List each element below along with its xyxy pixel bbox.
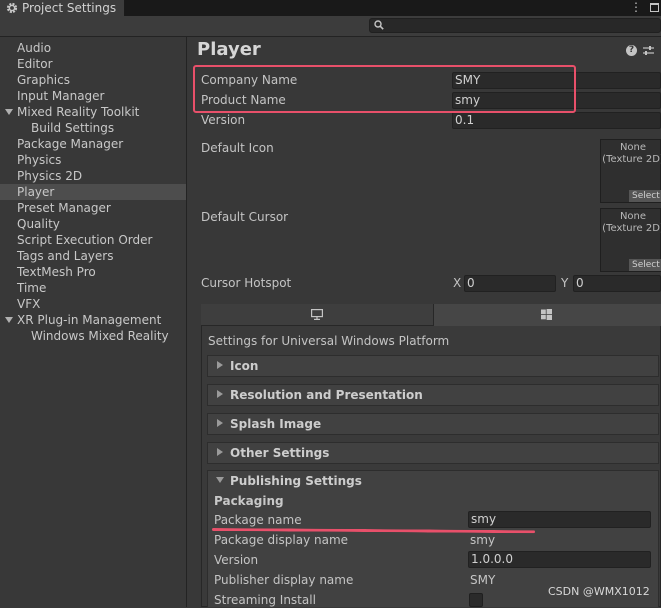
sidebar-item-vfx[interactable]: VFX	[0, 296, 186, 312]
sidebar-item-windows-mixed-reality[interactable]: Windows Mixed Reality	[0, 328, 186, 344]
sidebar-item-label: Editor	[17, 57, 53, 71]
sidebar-item-physics[interactable]: Physics	[0, 152, 186, 168]
sidebar-item-package-manager[interactable]: Package Manager	[0, 136, 186, 152]
package-display-name-label: Package display name	[214, 533, 349, 547]
tab-title: Project Settings	[22, 1, 117, 15]
package-version-field[interactable]: 1.0.0.0	[468, 551, 651, 568]
chevron-right-icon	[217, 361, 223, 369]
sidebar-item-label: Graphics	[17, 73, 70, 87]
default-icon-slot[interactable]: None (Texture 2D) Select	[600, 139, 661, 203]
packaging-heading: Packaging	[214, 494, 284, 508]
texture-none-text: None (Texture 2D)	[602, 142, 661, 165]
sidebar-item-textmesh-pro[interactable]: TextMesh Pro	[0, 264, 186, 280]
hotspot-y-field[interactable]: 0	[573, 275, 661, 292]
sidebar-item-label: Windows Mixed Reality	[31, 329, 169, 343]
default-cursor-label: Default Cursor	[201, 210, 289, 224]
default-icon-label: Default Icon	[201, 141, 274, 155]
sidebar-item-label: Physics 2D	[17, 169, 83, 183]
chevron-right-icon	[217, 419, 223, 427]
sidebar-item-graphics[interactable]: Graphics	[0, 72, 186, 88]
sidebar-item-editor[interactable]: Editor	[0, 56, 186, 72]
sidebar-item-label: Script Execution Order	[17, 233, 153, 247]
highlight-box	[193, 65, 576, 113]
package-name-field[interactable]: smy	[468, 511, 651, 528]
expand-arrow-icon[interactable]	[5, 109, 13, 115]
sidebar-item-label: Build Settings	[31, 121, 115, 135]
hotspot-x-field[interactable]: 0	[464, 275, 556, 292]
sidebar-item-build-settings[interactable]: Build Settings	[0, 120, 186, 136]
sidebar-item-label: Audio	[17, 41, 52, 55]
sidebar-item-time[interactable]: Time	[0, 280, 186, 296]
expand-arrow-icon[interactable]	[5, 317, 13, 323]
foldout-publishing-settings[interactable]: Publishing Settings	[230, 473, 362, 489]
help-icon[interactable]: ?	[626, 45, 637, 56]
sidebar-item-xr-plug-in-management[interactable]: XR Plug-in Management	[0, 312, 186, 328]
sidebar-item-label: Time	[17, 281, 47, 295]
sidebar-item-script-execution-order[interactable]: Script Execution Order	[0, 232, 186, 248]
default-cursor-slot[interactable]: None (Texture 2D) Select	[600, 208, 661, 272]
package-display-name-value: smy	[470, 533, 496, 547]
foldout-other-settings[interactable]: Other Settings	[207, 442, 659, 464]
sidebar-item-label: TextMesh Pro	[17, 265, 96, 279]
monitor-icon	[311, 309, 323, 320]
settings-sliders-icon[interactable]	[643, 45, 654, 56]
sidebar-item-quality[interactable]: Quality	[0, 216, 186, 232]
sidebar-item-label: Player	[17, 185, 55, 199]
publisher-display-name-label: Publisher display name	[214, 573, 354, 587]
sidebar-item-label: VFX	[17, 297, 41, 311]
select-button[interactable]: Select	[629, 259, 661, 271]
hotspot-x-label: X	[453, 276, 462, 290]
streaming-install-checkbox[interactable]	[469, 593, 483, 607]
sidebar-item-label: Quality	[17, 217, 60, 231]
more-options-icon[interactable]: ⋮	[630, 0, 642, 14]
sidebar-item-label: XR Plug-in Management	[17, 313, 162, 327]
sidebar-item-label: Preset Manager	[17, 201, 111, 215]
cursor-hotspot-label: Cursor Hotspot	[201, 276, 292, 290]
package-version-label: Version	[214, 553, 259, 567]
sidebar-item-label: Package Manager	[17, 137, 124, 151]
page-title: Player	[197, 39, 261, 60]
chevron-down-icon[interactable]	[216, 477, 224, 483]
watermark: CSDN @WMX1012	[548, 585, 650, 598]
sidebar-item-input-manager[interactable]: Input Manager	[0, 88, 186, 104]
search-input[interactable]	[369, 18, 661, 33]
streaming-install-label: Streaming Install	[214, 593, 316, 607]
sidebar-item-preset-manager[interactable]: Preset Manager	[0, 200, 186, 216]
texture-none-text: None (Texture 2D)	[602, 211, 661, 234]
sidebar-item-mixed-reality-toolkit[interactable]: Mixed Reality Toolkit	[0, 104, 186, 120]
foldout-resolution[interactable]: Resolution and Presentation	[207, 384, 659, 406]
sidebar-item-label: Input Manager	[17, 89, 105, 103]
foldout-icon[interactable]: Icon	[207, 355, 659, 377]
sidebar-item-physics-2d[interactable]: Physics 2D	[0, 168, 186, 184]
sidebar-item-audio[interactable]: Audio	[0, 40, 186, 56]
version-field[interactable]: 0.1	[452, 112, 661, 129]
sidebar-item-label: Physics	[17, 153, 62, 167]
gear-icon	[6, 2, 18, 14]
select-button[interactable]: Select	[629, 190, 661, 202]
platform-heading: Settings for Universal Windows Platform	[208, 334, 450, 348]
hotspot-y-label: Y	[561, 276, 569, 290]
sidebar-item-player[interactable]: Player	[0, 184, 186, 200]
chevron-right-icon	[217, 448, 223, 456]
version-label: Version	[201, 113, 246, 127]
search-icon	[374, 20, 384, 30]
chevron-right-icon	[217, 390, 223, 398]
windows-logo-icon	[541, 309, 552, 320]
maximize-icon[interactable]	[650, 3, 659, 12]
sidebar-item-label: Mixed Reality Toolkit	[17, 105, 140, 119]
publisher-display-name-value: SMY	[470, 573, 496, 587]
package-name-label: Package name	[214, 513, 302, 527]
foldout-splash-image[interactable]: Splash Image	[207, 413, 659, 435]
sidebar-item-label: Tags and Layers	[17, 249, 114, 263]
sidebar-item-tags-and-layers[interactable]: Tags and Layers	[0, 248, 186, 264]
